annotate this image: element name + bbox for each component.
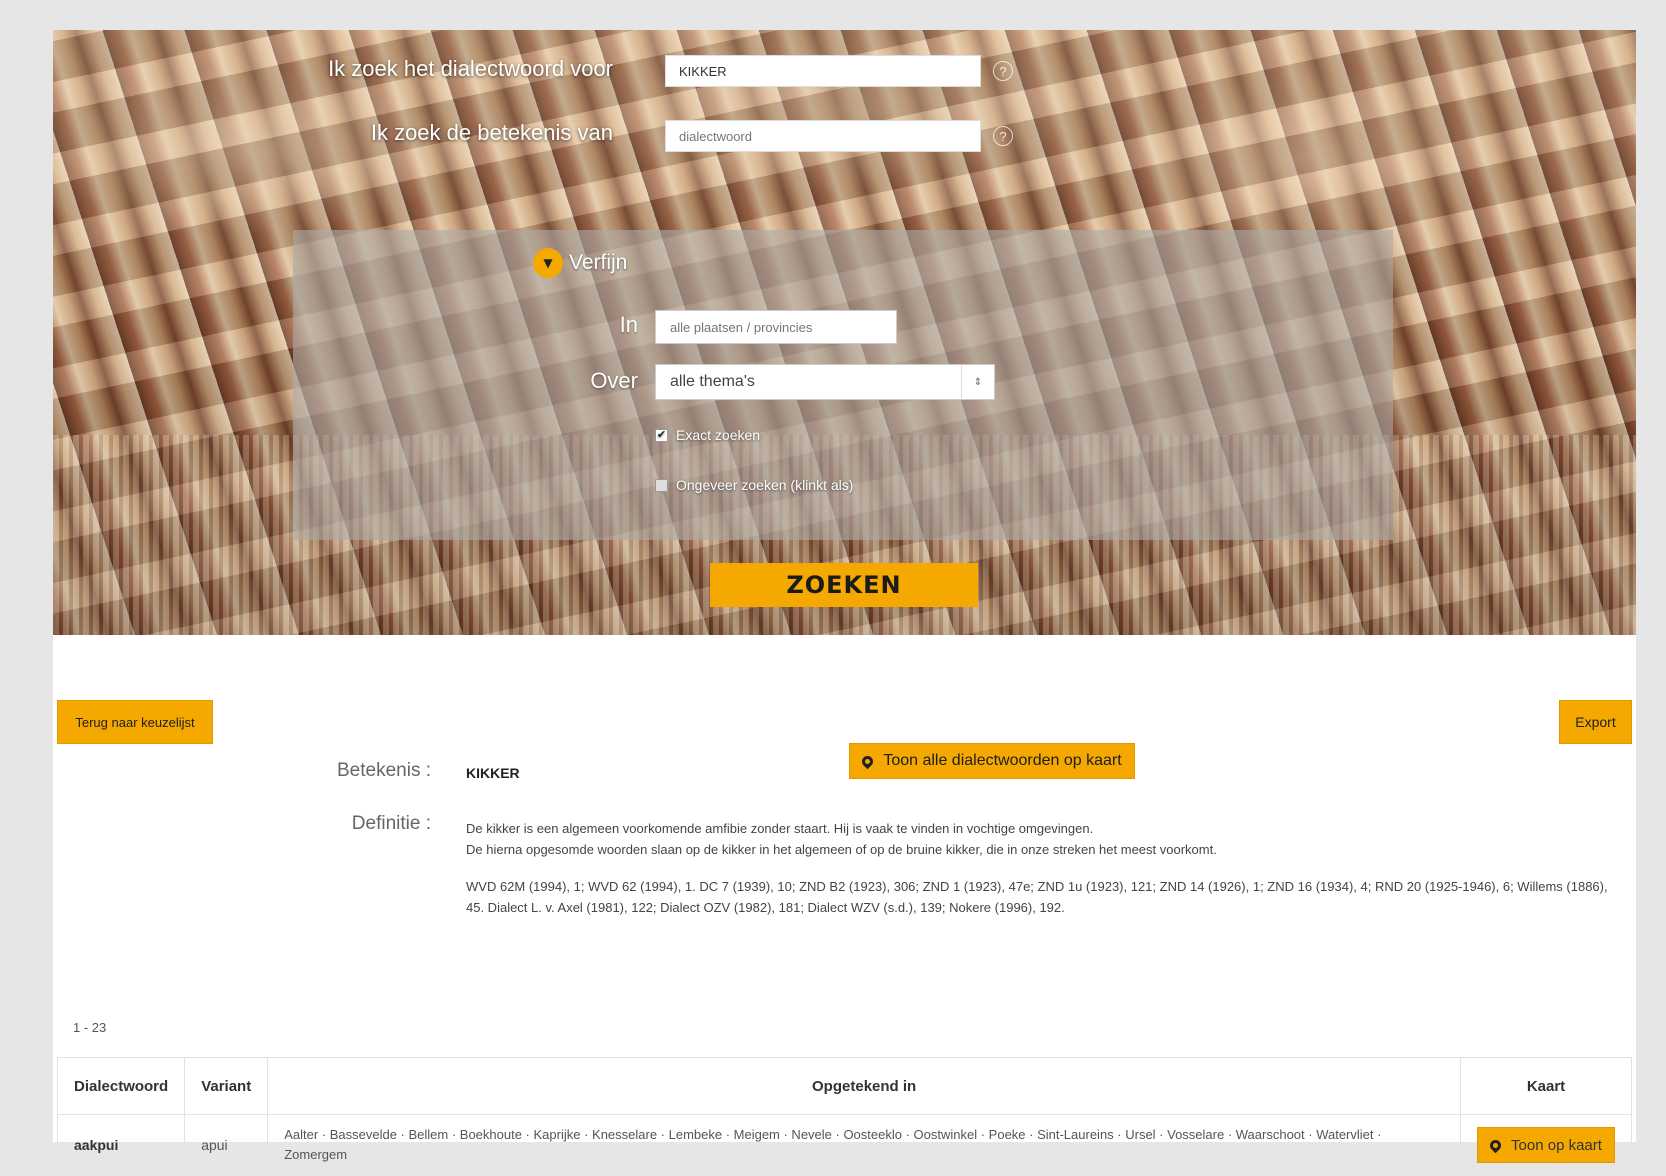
- show-all-on-map-button[interactable]: Toon alle dialectwoorden op kaart: [849, 743, 1135, 779]
- refine-toggle[interactable]: ▼ Verfijn: [533, 248, 627, 278]
- meaning-label: Betekenis :: [337, 760, 431, 781]
- dialect-search-label: Ik zoek het dialectwoord voor: [328, 56, 613, 81]
- refine-toggle-label: Verfijn: [569, 251, 628, 274]
- show-on-map-button[interactable]: Toon op kaart: [1477, 1127, 1615, 1163]
- fuzzy-search-label: Ongeveer zoeken (klinkt als): [676, 477, 854, 493]
- meaning-search-input[interactable]: [665, 120, 981, 152]
- definition-line: De kikker is een algemeen voorkomende am…: [466, 821, 1094, 836]
- theme-label: Over: [590, 368, 638, 393]
- results-table: Dialectwoord Variant Opgetekend in Kaart…: [56, 1057, 1632, 1176]
- theme-select-value: alle thema's: [670, 373, 755, 390]
- places-cell: Aalter · Bassevelde · Bellem · Boekhoute…: [267, 1114, 1461, 1176]
- column-header-recorded-in[interactable]: Opgetekend in: [267, 1057, 1461, 1115]
- help-icon[interactable]: ?: [993, 61, 1013, 81]
- search-button[interactable]: ZOEKEN: [710, 563, 978, 607]
- back-to-list-label: Terug naar keuzelijst: [75, 714, 195, 730]
- map-marker-icon: [1487, 1137, 1504, 1153]
- help-icon[interactable]: ?: [993, 126, 1013, 146]
- meaning-search-label: Ik zoek de betekenis van: [370, 120, 613, 145]
- chevron-down-icon: ▼: [533, 248, 563, 278]
- select-caret-icon: ⇕: [961, 365, 994, 399]
- column-header-map: Kaart: [1460, 1057, 1632, 1115]
- definition-text: De kikker is een algemeen voorkomende am…: [466, 818, 1626, 918]
- map-cell: Toon op kaart: [1460, 1114, 1632, 1176]
- meaning-value: KIKKER: [466, 765, 520, 781]
- export-label: Export: [1575, 714, 1616, 730]
- page: Ik zoek het dialectwoord voor ? Ik zoek …: [53, 30, 1636, 1176]
- exact-search-label: Exact zoeken: [676, 427, 761, 443]
- fuzzy-search-checkbox[interactable]: [655, 478, 668, 492]
- theme-select[interactable]: alle thema's ⇕: [655, 364, 995, 400]
- back-to-list-button[interactable]: Terug naar keuzelijst: [57, 700, 213, 744]
- result-count: 1 - 23: [73, 1020, 107, 1035]
- fuzzy-search-option[interactable]: Ongeveer zoeken (klinkt als): [655, 477, 853, 493]
- show-on-map-label: Toon op kaart: [1511, 1136, 1602, 1154]
- column-header-dialectword[interactable]: Dialectwoord: [56, 1057, 186, 1115]
- refine-panel: ▼ Verfijn In Over alle thema's ⇕ ✔ Exact…: [293, 230, 1393, 540]
- column-header-variant[interactable]: Variant: [184, 1057, 269, 1115]
- dialect-search-input[interactable]: [665, 55, 981, 87]
- location-label: In: [619, 312, 638, 337]
- table-header-row: Dialectwoord Variant Opgetekend in Kaart: [56, 1057, 1632, 1115]
- show-all-on-map-label: Toon alle dialectwoorden op kaart: [883, 752, 1122, 769]
- dialect-word-cell: aakpui: [56, 1114, 186, 1176]
- variant-cell: apui: [184, 1114, 269, 1176]
- exact-search-option[interactable]: ✔ Exact zoeken: [655, 427, 760, 443]
- location-input[interactable]: [655, 310, 897, 344]
- exact-search-checkbox[interactable]: ✔: [655, 428, 668, 442]
- definition-line: De hierna opgesomde woorden slaan op de …: [466, 842, 1217, 857]
- definition-references: WVD 62M (1994), 1; WVD 62 (1994), 1. DC …: [466, 879, 1608, 915]
- definition-label: Definitie :: [351, 813, 431, 834]
- map-marker-icon: [860, 753, 876, 769]
- export-button[interactable]: Export: [1559, 700, 1632, 744]
- table-row: aakpui apui Aalter · Bassevelde · Bellem…: [56, 1114, 1632, 1176]
- search-hero: Ik zoek het dialectwoord voor ? Ik zoek …: [53, 30, 1636, 635]
